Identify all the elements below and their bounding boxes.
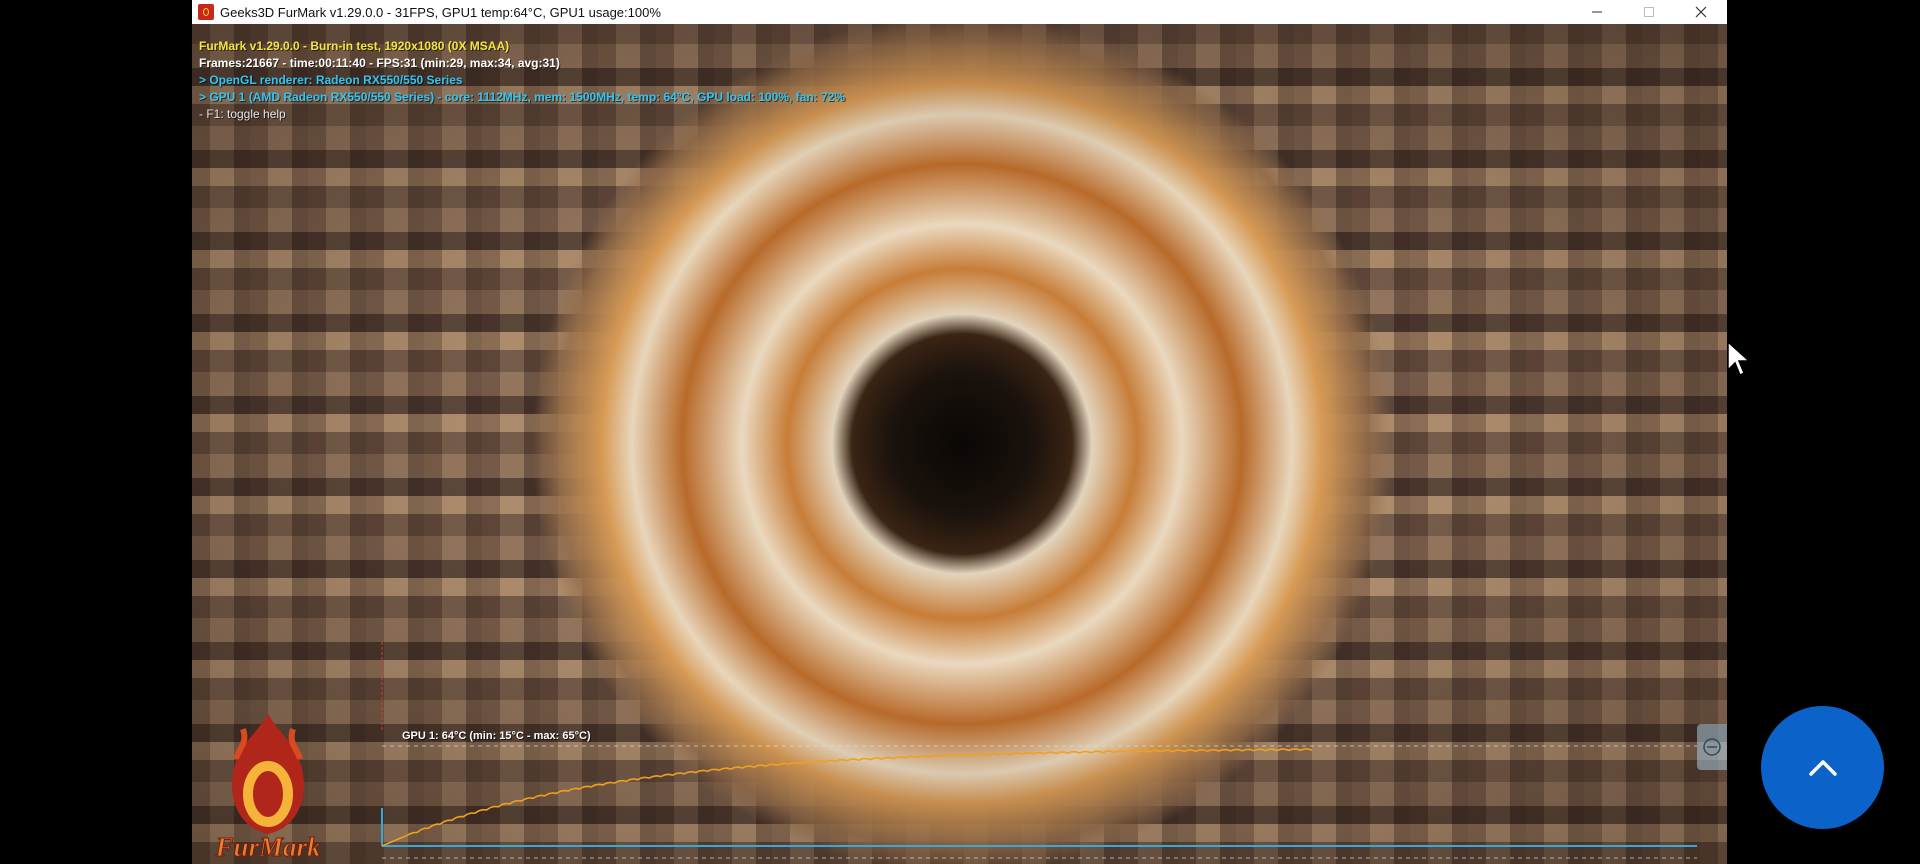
maximize-icon bbox=[1644, 7, 1654, 17]
side-panel-tab[interactable] bbox=[1697, 724, 1727, 770]
furmark-logo: FurMark bbox=[214, 714, 322, 863]
minimize-icon bbox=[1592, 11, 1602, 13]
chevron-up-icon bbox=[1808, 759, 1837, 776]
close-icon bbox=[1695, 6, 1707, 18]
temperature-curve bbox=[381, 748, 1313, 847]
monitor-icon bbox=[1703, 738, 1721, 756]
furmark-window: Geeks3D FurMark v1.29.0.0 - 31FPS, GPU1 … bbox=[192, 0, 1727, 864]
title-bar[interactable]: Geeks3D FurMark v1.29.0.0 - 31FPS, GPU1 … bbox=[192, 0, 1727, 24]
window-title: Geeks3D FurMark v1.29.0.0 - 31FPS, GPU1 … bbox=[220, 4, 661, 20]
scroll-to-top-button[interactable] bbox=[1761, 706, 1884, 829]
window-controls bbox=[1571, 0, 1727, 24]
logo-text: FurMark bbox=[214, 832, 321, 862]
mouse-cursor-icon bbox=[1727, 340, 1751, 377]
maximize-button[interactable] bbox=[1623, 0, 1675, 24]
render-viewport[interactable]: FurMark v1.29.0.0 - Burn-in test, 1920x1… bbox=[192, 24, 1727, 864]
minimize-button[interactable] bbox=[1571, 0, 1623, 24]
furmark-app-icon[interactable] bbox=[198, 4, 214, 20]
graph-temperature-label: GPU 1: 64°C (min: 15°C - max: 65°C) bbox=[402, 730, 591, 742]
close-button[interactable] bbox=[1675, 0, 1727, 24]
